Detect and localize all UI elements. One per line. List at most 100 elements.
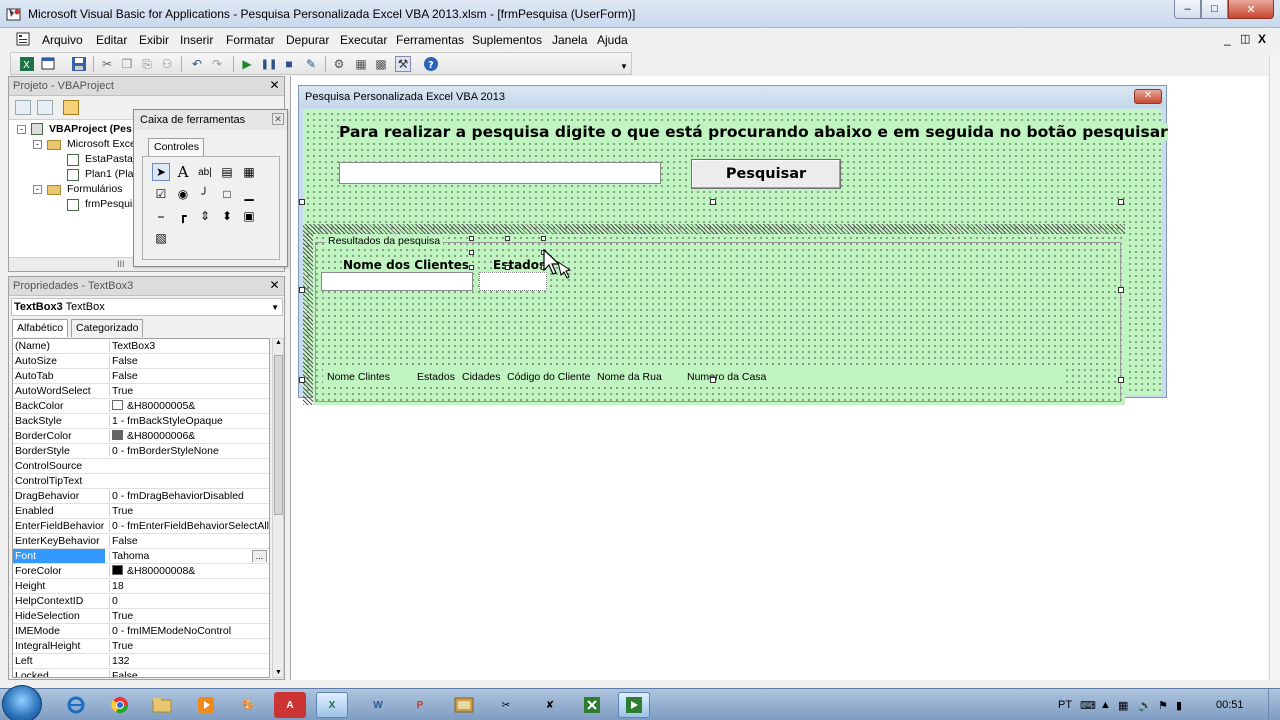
menu-depurar[interactable]: Depurar — [286, 33, 329, 47]
view-excel-icon[interactable]: X — [19, 56, 35, 72]
property-row[interactable]: ControlSource — [13, 459, 269, 474]
textbox-resize-handle[interactable] — [469, 250, 474, 255]
design-mode-icon[interactable]: ✎ — [303, 56, 319, 72]
tab-alfabetico[interactable]: Alfabético — [12, 319, 69, 337]
frame-resize-handle[interactable] — [710, 199, 716, 205]
optionbutton-tool-icon[interactable]: ◉ — [174, 185, 192, 203]
tab-controles[interactable]: Controles — [148, 138, 204, 156]
property-value[interactable]: True — [109, 640, 269, 652]
property-row[interactable]: IntegralHeight True — [13, 639, 269, 654]
property-value[interactable]: True — [109, 385, 269, 397]
userform-canvas[interactable]: Para realizar a pesquisa digite o que es… — [303, 109, 1168, 405]
label-estados[interactable]: Estados — [493, 258, 547, 272]
property-value[interactable]: True — [109, 610, 269, 622]
menu-exibir[interactable]: Exibir — [139, 33, 169, 47]
image-tool-icon[interactable]: ▣ — [240, 207, 258, 225]
property-row[interactable]: AutoSize False — [13, 354, 269, 369]
keyboard-icon[interactable]: ⌨ — [1080, 699, 1096, 712]
menu-executar[interactable]: Executar — [340, 33, 387, 47]
textbox-resize-handle[interactable] — [505, 265, 510, 270]
tab-categorizado[interactable]: Categorizado — [71, 319, 144, 337]
property-row[interactable]: ForeColor &H80000008& — [13, 564, 269, 579]
property-value[interactable]: &H80000005& — [109, 400, 269, 412]
property-row[interactable]: Locked False — [13, 669, 269, 677]
property-value[interactable]: 0 - fmIMEModeNoControl — [109, 625, 269, 637]
property-value[interactable]: 18 — [109, 580, 269, 592]
scroll-up-icon[interactable]: ▲ — [275, 339, 282, 346]
pesquisar-button[interactable]: Pesquisar — [691, 159, 841, 189]
excel-icon-2[interactable] — [576, 692, 608, 718]
cut-icon[interactable]: ✂ — [99, 56, 115, 72]
mdi-minimize-button[interactable]: _ — [1224, 32, 1231, 46]
property-value[interactable]: 132 — [109, 655, 269, 667]
ie-icon[interactable] — [60, 692, 92, 718]
powerpoint-icon[interactable]: P — [404, 692, 436, 718]
property-value[interactable]: Tahoma... — [109, 550, 269, 562]
show-desktop-button[interactable] — [1268, 689, 1280, 720]
toolbar-options-icon[interactable]: ▼ — [616, 58, 632, 74]
textbox-resize-handle[interactable] — [469, 265, 474, 270]
search-textbox[interactable] — [339, 162, 661, 184]
tree-excel-objects[interactable]: Microsoft Exce — [67, 138, 136, 150]
explorer-icon[interactable] — [146, 692, 178, 718]
property-row[interactable]: Font Tahoma... — [13, 549, 269, 564]
property-row[interactable]: EnterKeyBehavior False — [13, 534, 269, 549]
tree-expand-icon[interactable]: - — [33, 140, 42, 149]
property-value[interactable]: False — [109, 670, 269, 677]
property-value[interactable]: False — [109, 370, 269, 382]
result-label-nome[interactable]: Nome Clintes — [327, 371, 390, 383]
combobox-tool-icon[interactable]: ▤ — [218, 163, 236, 181]
property-value[interactable]: 0 - fmDragBehaviorDisabled — [109, 490, 269, 502]
property-row[interactable]: HelpContextID 0 — [13, 594, 269, 609]
property-row[interactable]: Height 18 — [13, 579, 269, 594]
frame-resize-handle[interactable] — [299, 377, 305, 383]
togglebutton-tool-icon[interactable]: ╯ — [196, 185, 214, 203]
redo-icon[interactable]: ↷ — [209, 56, 225, 72]
multipage-tool-icon[interactable]: ┏ — [174, 207, 192, 225]
property-value[interactable]: 0 - fmEnterFieldBehaviorSelectAll — [109, 520, 269, 532]
scroll-down-icon[interactable]: ▼ — [275, 669, 282, 676]
copy-icon[interactable]: ❐ — [119, 56, 135, 72]
menu-editar[interactable]: Editar — [96, 33, 127, 47]
property-row[interactable]: AutoWordSelect True — [13, 384, 269, 399]
textbox-nome-clientes[interactable] — [321, 272, 473, 291]
run-icon[interactable]: ▶ — [239, 56, 255, 72]
menu-suplementos[interactable]: Suplementos — [472, 33, 542, 47]
property-row[interactable]: (Name) TextBox3 — [13, 339, 269, 354]
textbox-resize-handle[interactable] — [469, 236, 474, 241]
volume-icon[interactable]: 🔊 — [1138, 699, 1152, 712]
menu-formatar[interactable]: Formatar — [226, 33, 275, 47]
property-row[interactable]: Left 132 — [13, 654, 269, 669]
property-value[interactable]: 0 - fmBorderStyleNone — [109, 445, 269, 457]
menu-inserir[interactable]: Inserir — [180, 33, 213, 47]
result-label-rua[interactable]: Nome da Rua — [597, 371, 662, 383]
tree-estapasta[interactable]: EstaPasta_ — [85, 153, 139, 165]
project-close-button[interactable]: ✕ — [268, 79, 281, 92]
property-row[interactable]: HideSelection True — [13, 609, 269, 624]
menu-ajuda[interactable]: Ajuda — [597, 33, 628, 47]
spinbutton-tool-icon[interactable]: ⬍ — [218, 207, 236, 225]
stop-icon[interactable]: ■ — [281, 56, 297, 72]
property-value[interactable]: &H80000006& — [109, 430, 269, 442]
property-row[interactable]: AutoTab False — [13, 369, 269, 384]
maximize-button[interactable]: □ — [1201, 0, 1228, 19]
label-tool-icon[interactable]: A — [174, 163, 192, 181]
menu-janela[interactable]: Janela — [552, 33, 587, 47]
toolbox-close-button[interactable]: ✕ — [272, 113, 284, 125]
scrollbar-tool-icon[interactable]: ⇕ — [196, 207, 214, 225]
object-browser-icon[interactable]: ▩ — [373, 56, 389, 72]
property-value[interactable]: TextBox3 — [109, 340, 269, 352]
property-value[interactable]: 0 — [109, 595, 269, 607]
mdi-restore-button[interactable]: ◫ — [1240, 32, 1250, 45]
textbox-resize-handle[interactable] — [541, 236, 546, 241]
vba-taskbar-icon[interactable] — [618, 692, 650, 718]
textbox3-selected[interactable] — [479, 272, 547, 291]
listbox-tool-icon[interactable]: ▦ — [240, 163, 258, 181]
refedit-tool-icon[interactable]: ▧ — [152, 229, 170, 247]
pointer-tool-icon[interactable]: ➤ — [152, 163, 170, 181]
object-selector-combo[interactable]: TextBox3 TextBox ▼ — [11, 298, 283, 316]
properties-window-icon[interactable]: ▦ — [353, 56, 369, 72]
property-value[interactable]: True — [109, 505, 269, 517]
frame-resize-handle[interactable] — [1118, 199, 1124, 205]
media-player-icon[interactable] — [190, 692, 222, 718]
